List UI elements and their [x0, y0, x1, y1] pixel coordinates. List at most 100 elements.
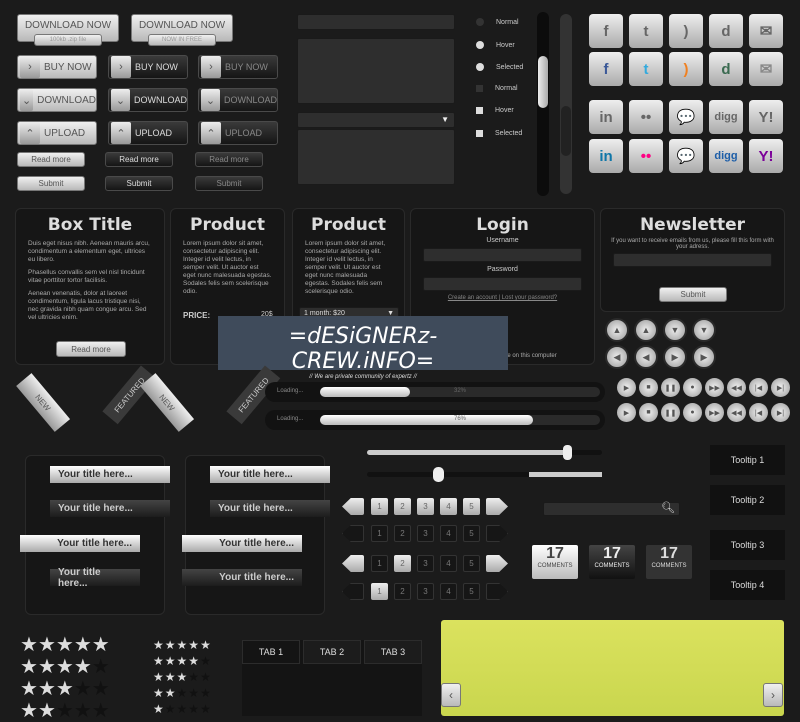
- checkbox-normal[interactable]: Normal: [476, 85, 518, 92]
- star-icon[interactable]: ★: [153, 638, 165, 652]
- dropdown-select[interactable]: ▼: [297, 112, 455, 128]
- page-button[interactable]: 1: [371, 498, 388, 515]
- star-icon[interactable]: ★: [165, 638, 177, 652]
- submit-button[interactable]: Submit: [195, 176, 263, 191]
- previous-icon[interactable]: |◀: [749, 378, 768, 397]
- pause-icon[interactable]: ❚❚: [661, 403, 680, 422]
- page-button[interactable]: 2: [394, 555, 411, 572]
- star-rating[interactable]: ★★★★★: [20, 656, 110, 678]
- next-page-button[interactable]: [486, 583, 508, 600]
- down-arrow-button[interactable]: ▼: [663, 318, 687, 342]
- page-button[interactable]: 5: [463, 525, 480, 542]
- email-icon[interactable]: ✉: [749, 52, 783, 86]
- text-input[interactable]: [297, 14, 455, 30]
- page-button[interactable]: 2: [394, 525, 411, 542]
- deviantart-icon[interactable]: d: [709, 14, 743, 48]
- star-icon[interactable]: ★: [20, 678, 38, 700]
- twitter-icon[interactable]: t: [629, 14, 663, 48]
- deviantart-icon[interactable]: d: [709, 52, 743, 86]
- up-arrow-button[interactable]: ▲: [634, 318, 658, 342]
- star-rating[interactable]: ★★★★★: [20, 700, 110, 722]
- right-arrow-button[interactable]: ▶: [692, 345, 716, 369]
- rss-icon[interactable]: ): [669, 14, 703, 48]
- up-arrow-button[interactable]: ▲: [605, 318, 629, 342]
- digg-icon[interactable]: digg: [709, 100, 743, 134]
- star-icon[interactable]: ★: [153, 654, 165, 668]
- page-button[interactable]: 1: [371, 555, 388, 572]
- star-icon[interactable]: ★: [200, 654, 212, 668]
- star-icon[interactable]: ★: [188, 670, 200, 684]
- star-icon[interactable]: ★: [165, 686, 177, 700]
- page-button[interactable]: 2: [394, 498, 411, 515]
- submit-button[interactable]: Submit: [659, 287, 727, 302]
- star-icon[interactable]: ★: [188, 702, 200, 716]
- read-more-button[interactable]: Read more: [105, 152, 173, 167]
- record-icon[interactable]: ●: [683, 403, 702, 422]
- linkedin-icon[interactable]: in: [589, 139, 623, 173]
- digg-icon[interactable]: digg: [709, 139, 743, 173]
- page-button[interactable]: 3: [417, 498, 434, 515]
- tab-3[interactable]: TAB 3: [364, 640, 422, 664]
- page-button[interactable]: 3: [417, 525, 434, 542]
- checkbox-selected[interactable]: Selected: [476, 130, 522, 137]
- tab-2[interactable]: TAB 2: [303, 640, 361, 664]
- yahoo-icon[interactable]: Y!: [749, 100, 783, 134]
- textarea[interactable]: [297, 38, 455, 104]
- submit-button[interactable]: Submit: [17, 176, 85, 191]
- buy-now-button[interactable]: › BUY NOW: [17, 55, 97, 79]
- download-button[interactable]: ⌄ DOWNLOAD: [108, 88, 188, 112]
- star-icon[interactable]: ★: [92, 700, 110, 722]
- next-page-button[interactable]: [486, 498, 508, 515]
- page-button[interactable]: 4: [440, 498, 457, 515]
- comments-badge[interactable]: 17 COMMENTS: [589, 545, 635, 579]
- star-icon[interactable]: ★: [200, 686, 212, 700]
- record-icon[interactable]: ●: [683, 378, 702, 397]
- tab-1[interactable]: TAB 1: [242, 640, 300, 664]
- rss-icon[interactable]: ): [669, 52, 703, 86]
- star-icon[interactable]: ★: [92, 656, 110, 678]
- star-rating[interactable]: ★★★★★: [20, 678, 110, 700]
- page-button[interactable]: 3: [417, 583, 434, 600]
- star-icon[interactable]: ★: [92, 634, 110, 656]
- comments-badge[interactable]: 17 COMMENTS: [646, 545, 692, 579]
- search-input[interactable]: 🔍︎: [543, 502, 680, 516]
- scrollbar-thumb[interactable]: [561, 106, 571, 156]
- star-rating[interactable]: ★★★★★: [20, 634, 110, 656]
- radio-hover[interactable]: Hover: [476, 41, 515, 49]
- previous-icon[interactable]: |◀: [749, 403, 768, 422]
- star-icon[interactable]: ★: [200, 670, 212, 684]
- scrollbar-vertical[interactable]: [537, 12, 549, 196]
- read-more-button[interactable]: Read more: [56, 341, 126, 357]
- facebook-icon[interactable]: f: [589, 52, 623, 86]
- star-icon[interactable]: ★: [177, 686, 189, 700]
- star-icon[interactable]: ★: [153, 702, 165, 716]
- star-icon[interactable]: ★: [188, 654, 200, 668]
- prev-page-button[interactable]: [342, 555, 364, 572]
- stop-icon[interactable]: ■: [639, 403, 658, 422]
- account-links[interactable]: Create an account | Lost your password?: [411, 295, 594, 301]
- search-icon[interactable]: 🔍︎: [661, 501, 675, 514]
- star-icon[interactable]: ★: [200, 702, 212, 716]
- next-icon[interactable]: ▶|: [771, 403, 790, 422]
- chat-icon[interactable]: 💬: [669, 100, 703, 134]
- star-icon[interactable]: ★: [188, 686, 200, 700]
- star-icon[interactable]: ★: [20, 656, 38, 678]
- prev-page-button[interactable]: [342, 583, 364, 600]
- buy-now-button[interactable]: › BUY NOW: [198, 55, 278, 79]
- read-more-button[interactable]: Read more: [17, 152, 85, 167]
- comments-badge[interactable]: 17 COMMENTS: [532, 545, 578, 579]
- upload-button[interactable]: ⌃ UPLOAD: [108, 121, 188, 145]
- download-button[interactable]: ⌄ DOWNLOAD: [17, 88, 97, 112]
- left-arrow-button[interactable]: ◀: [634, 345, 658, 369]
- star-icon[interactable]: ★: [177, 702, 189, 716]
- page-button[interactable]: 5: [463, 555, 480, 572]
- star-icon[interactable]: ★: [38, 678, 56, 700]
- play-icon[interactable]: ▶: [617, 378, 636, 397]
- upload-button[interactable]: ⌃ UPLOAD: [198, 121, 278, 145]
- next-page-button[interactable]: [486, 525, 508, 542]
- dropdown-list[interactable]: [297, 129, 455, 185]
- linkedin-icon[interactable]: in: [589, 100, 623, 134]
- slider-track[interactable]: [367, 445, 602, 460]
- fast-forward-icon[interactable]: ▶▶: [705, 378, 724, 397]
- radio-normal[interactable]: Normal: [476, 18, 519, 26]
